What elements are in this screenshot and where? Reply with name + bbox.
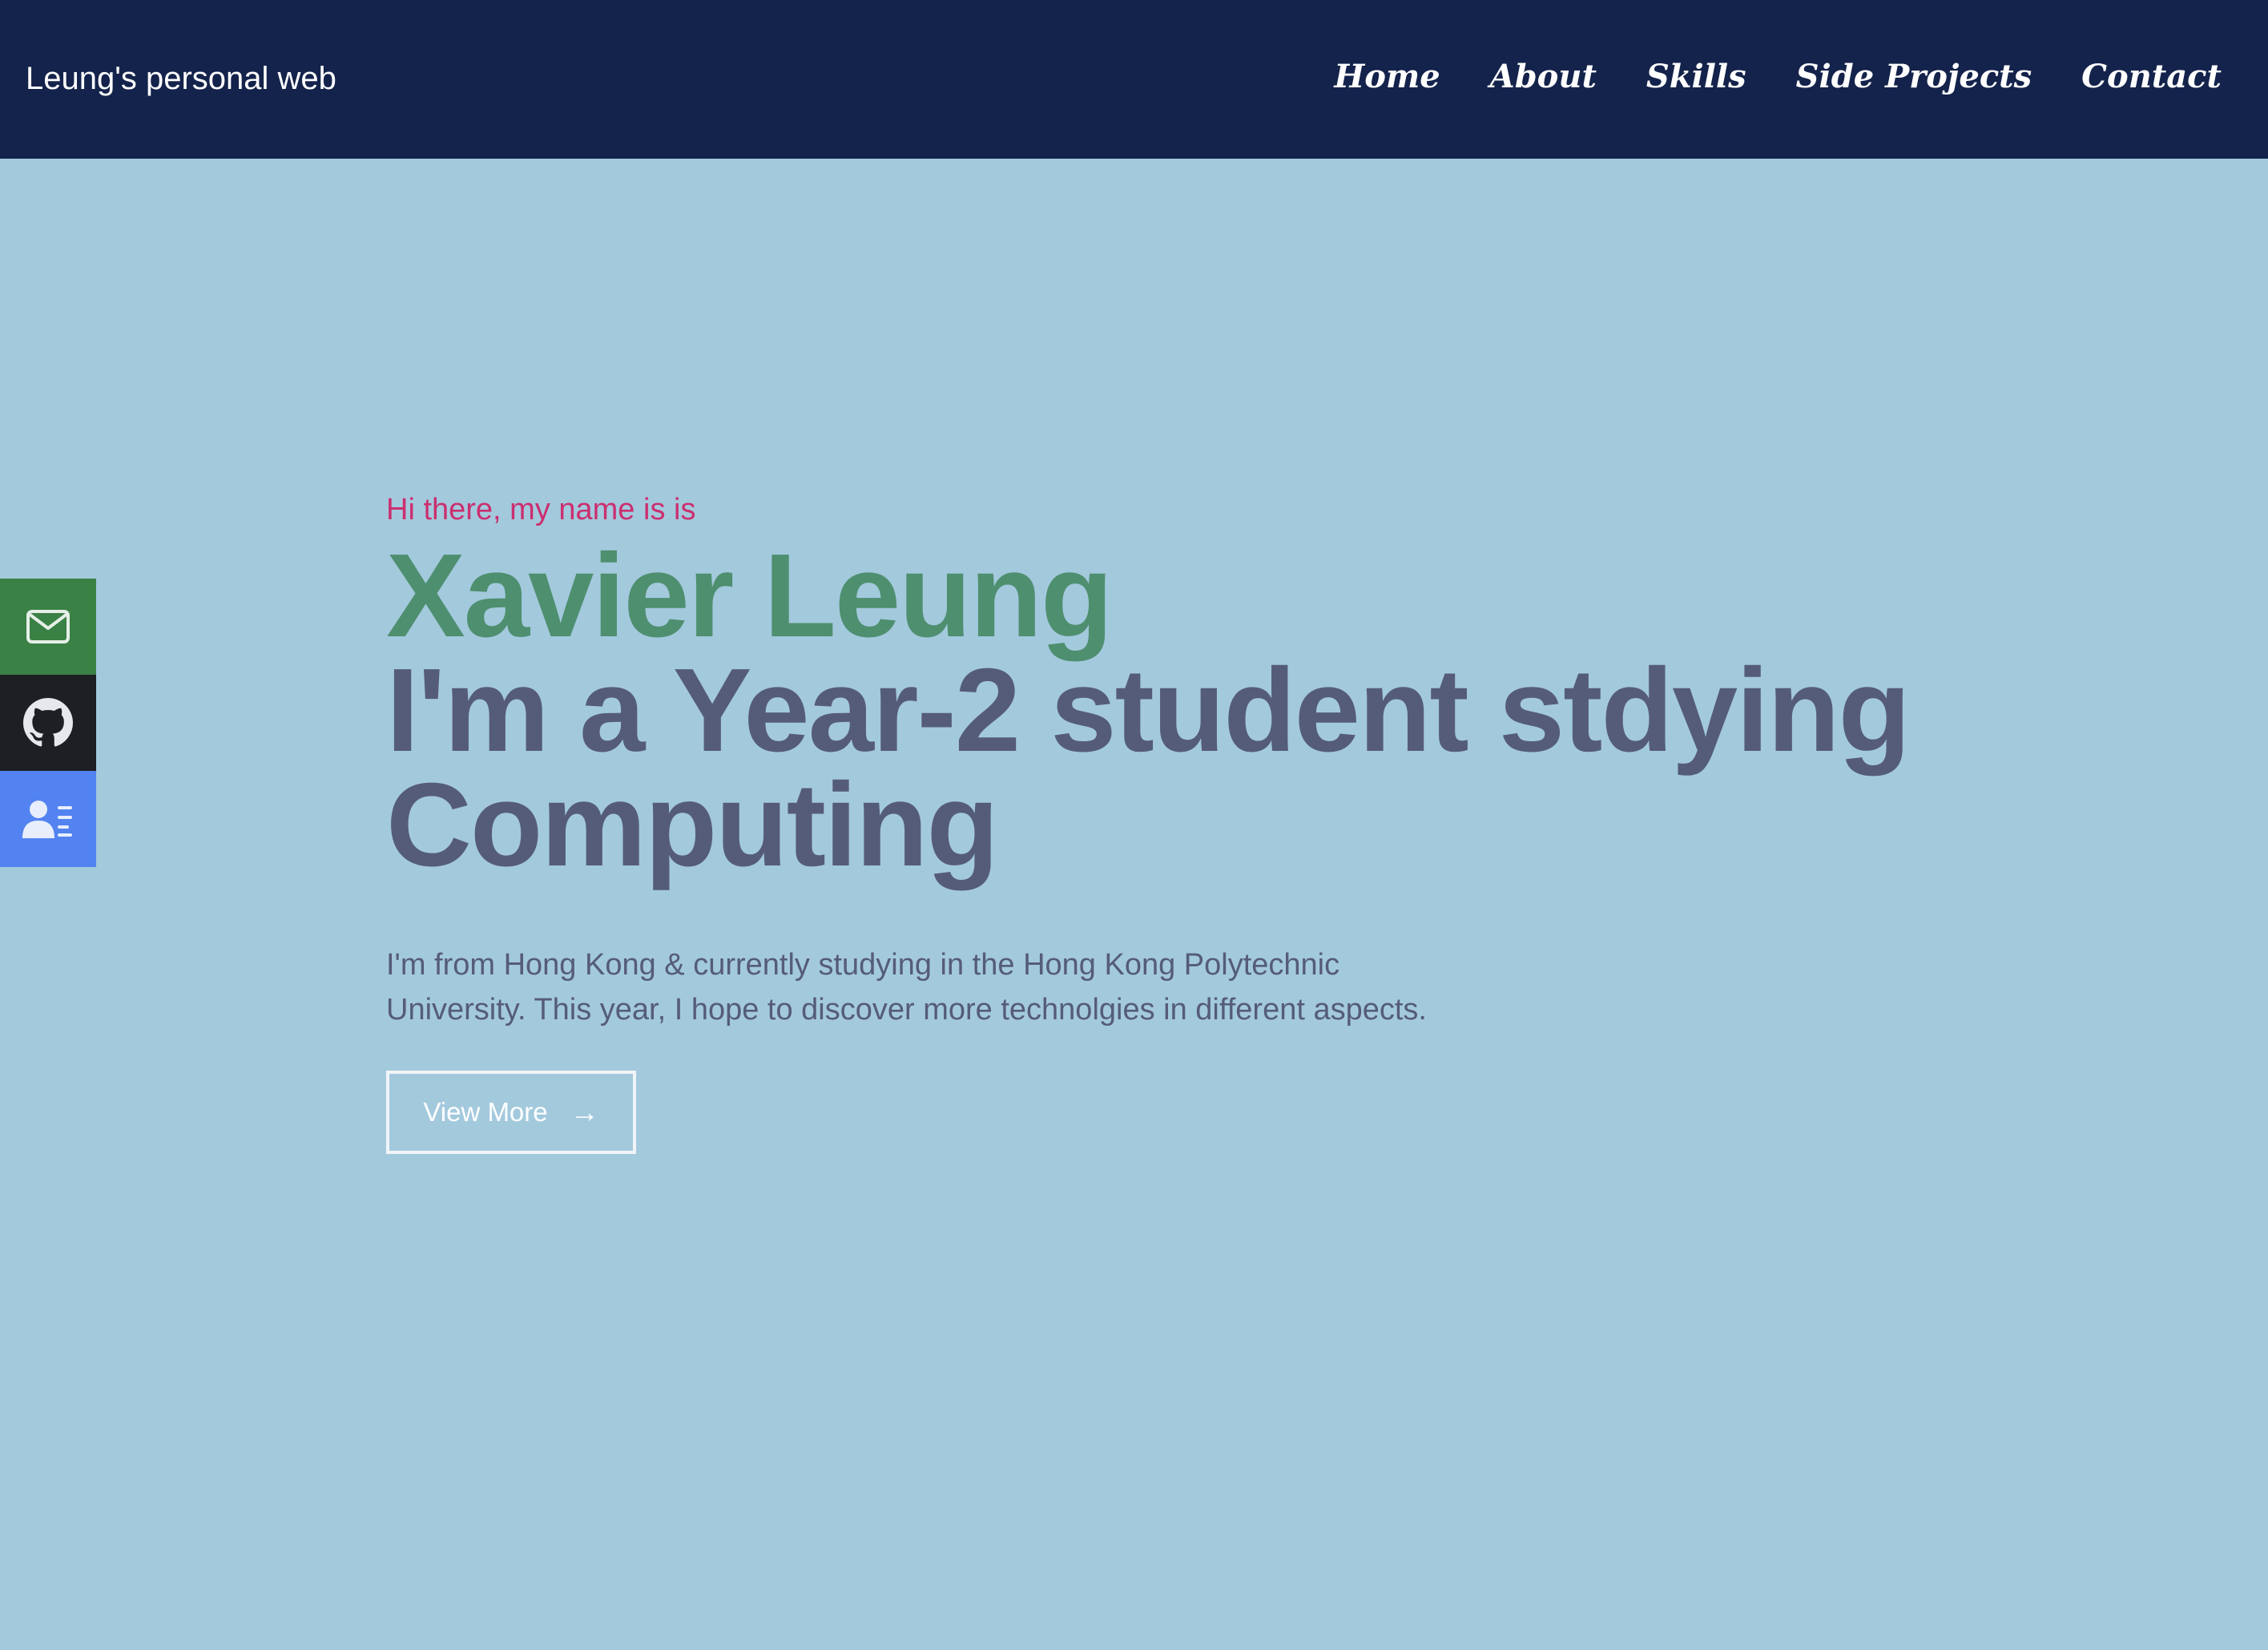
nav-link-side-projects[interactable]: Side Projects [1796,53,2032,101]
hero-greeting: Hi there, my name is is [386,493,696,526]
view-more-label: View More [423,1097,548,1127]
hero-tagline: I'm a Year-2 student stdying Computing [386,644,1988,891]
hero-tagline-line-1: I'm a Year-2 student stdying [386,644,1911,777]
navbar: Leung's personal web Home About Skills S… [0,0,2268,159]
arrow-right-icon: → [570,1095,599,1128]
site-brand[interactable]: Leung's personal web [26,56,336,101]
hero-name: Xavier Leung [386,530,1113,662]
hero-description: I'm from Hong Kong & currently studying … [386,942,1508,1032]
nav-link-skills[interactable]: Skills [1646,53,1746,101]
view-more-button[interactable]: View More → [386,1071,636,1154]
nav-link-contact[interactable]: Contact [2081,53,2222,101]
mail-icon [26,610,70,643]
hero-description-line-1: I'm from Hong Kong & currently studying … [386,948,1340,982]
resume-icon [22,801,72,838]
github-icon [23,698,73,747]
email-link[interactable] [0,579,96,675]
resume-link[interactable] [0,771,96,867]
nav-link-about[interactable]: About [1490,53,1597,101]
github-link[interactable] [0,675,96,771]
nav-links: Home About Skills Side Projects Contact [1284,53,2222,101]
hero-tagline-line-2: Computing [386,759,999,891]
nav-link-home[interactable]: Home [1334,53,1440,101]
hero-description-line-2: University. This year, I hope to discove… [386,993,1427,1027]
